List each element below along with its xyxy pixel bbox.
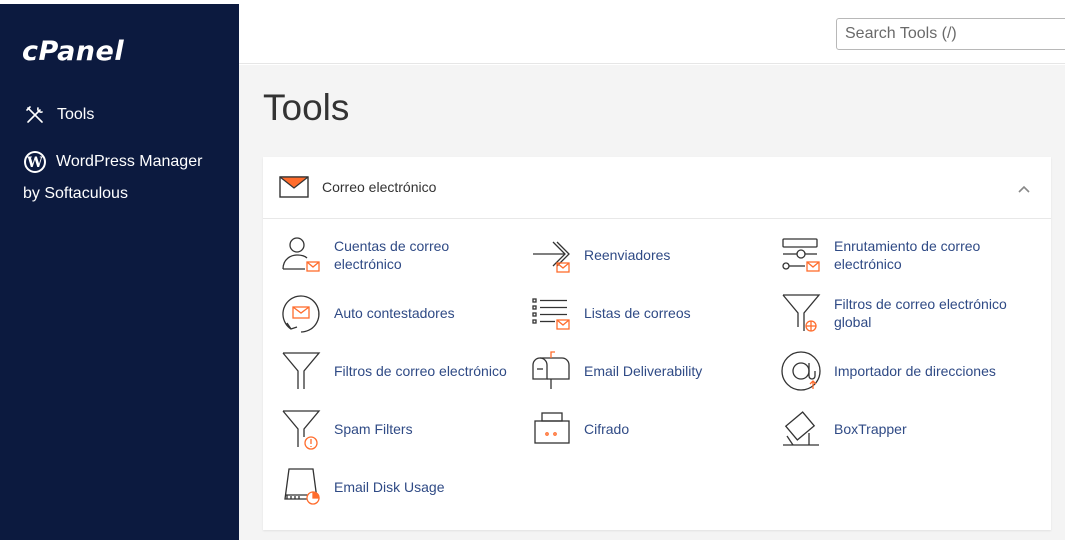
tools-icon bbox=[23, 103, 47, 127]
tool-label: Filtros de correo electrónico bbox=[834, 296, 1007, 312]
mailbox-icon bbox=[529, 349, 573, 393]
tool-label-line2: global bbox=[834, 314, 872, 330]
email-accounts-icon bbox=[279, 233, 323, 277]
tool-boxtrapper[interactable]: BoxTrapper bbox=[779, 407, 1039, 451]
svg-text:W: W bbox=[26, 155, 43, 171]
tool-label: Enrutamiento de correo bbox=[834, 238, 981, 254]
envelope-icon bbox=[279, 176, 309, 203]
tool-label: Cifrado bbox=[584, 421, 630, 437]
email-filters-icon bbox=[279, 349, 323, 393]
tool-address-importer[interactable]: Importador de direcciones bbox=[779, 349, 1039, 393]
tool-label: Filtros de correo electrónico bbox=[334, 363, 507, 379]
sidebar-item-wordpress-manager[interactable]: W WordPress Manager by Softaculous bbox=[23, 150, 246, 210]
sidebar-item-label: Tools bbox=[57, 106, 95, 123]
tool-label-line2: electrónico bbox=[334, 256, 402, 272]
tool-label: Email Deliverability bbox=[584, 363, 703, 379]
sidebar-item-label: WordPress Manager bbox=[56, 153, 203, 170]
spam-filters-icon bbox=[279, 407, 323, 451]
address-importer-icon bbox=[779, 349, 823, 393]
tool-autoresponders[interactable]: Auto contestadores bbox=[279, 291, 519, 335]
sidebar: cPanel Tools W WordPress Manager by Soft… bbox=[0, 4, 239, 540]
email-section-header[interactable]: Correo electrónico bbox=[263, 157, 1051, 219]
search-tools-input[interactable] bbox=[836, 18, 1065, 50]
tool-label: Spam Filters bbox=[334, 421, 413, 437]
disk-usage-icon bbox=[279, 465, 323, 509]
tool-global-email-filters[interactable]: Filtros de correo electrónico global bbox=[779, 291, 1049, 335]
tool-email-deliverability[interactable]: Email Deliverability bbox=[529, 349, 769, 393]
main-content: Tools Correo electrónico Cuentas de corr… bbox=[239, 65, 1065, 540]
boxtrapper-icon bbox=[779, 407, 823, 451]
tool-label: Cuentas de correo bbox=[334, 238, 450, 254]
wordpress-icon: W bbox=[23, 150, 47, 174]
tool-encryption[interactable]: Cifrado bbox=[529, 407, 769, 451]
page-title: Tools bbox=[263, 87, 350, 128]
encryption-icon bbox=[529, 407, 573, 451]
tool-label: Importador de direcciones bbox=[834, 363, 996, 379]
tool-label: Listas de correos bbox=[584, 305, 691, 321]
tool-spam-filters[interactable]: Spam Filters bbox=[279, 407, 519, 451]
sidebar-item-label-line2: by Softaculous bbox=[23, 185, 128, 202]
tool-label: BoxTrapper bbox=[834, 421, 907, 437]
tool-label: Email Disk Usage bbox=[334, 479, 445, 495]
cpanel-logo[interactable]: cPanel bbox=[22, 36, 124, 67]
tool-email-filters[interactable]: Filtros de correo electrónico bbox=[279, 349, 519, 393]
tool-email-routing[interactable]: Enrutamiento de correo electrónico bbox=[779, 233, 1039, 277]
tool-label-line2: electrónico bbox=[834, 256, 902, 272]
chevron-up-icon[interactable] bbox=[1017, 181, 1031, 199]
section-title: Correo electrónico bbox=[322, 179, 437, 195]
tool-forwarders[interactable]: Reenviadores bbox=[529, 233, 769, 277]
tool-label: Reenviadores bbox=[584, 247, 671, 263]
email-section-panel: Correo electrónico Cuentas de correo ele… bbox=[263, 157, 1051, 530]
mailing-lists-icon bbox=[529, 291, 573, 335]
global-filters-icon bbox=[779, 291, 823, 335]
tool-label: Auto contestadores bbox=[334, 305, 455, 321]
sidebar-item-tools[interactable]: Tools bbox=[23, 103, 94, 127]
tool-email-accounts[interactable]: Cuentas de correo electrónico bbox=[279, 233, 519, 277]
email-routing-icon bbox=[779, 233, 823, 277]
tool-email-disk-usage[interactable]: Email Disk Usage bbox=[279, 465, 519, 509]
autoresponders-icon bbox=[279, 291, 323, 335]
tool-mailing-lists[interactable]: Listas de correos bbox=[529, 291, 769, 335]
forwarders-icon bbox=[529, 233, 573, 277]
